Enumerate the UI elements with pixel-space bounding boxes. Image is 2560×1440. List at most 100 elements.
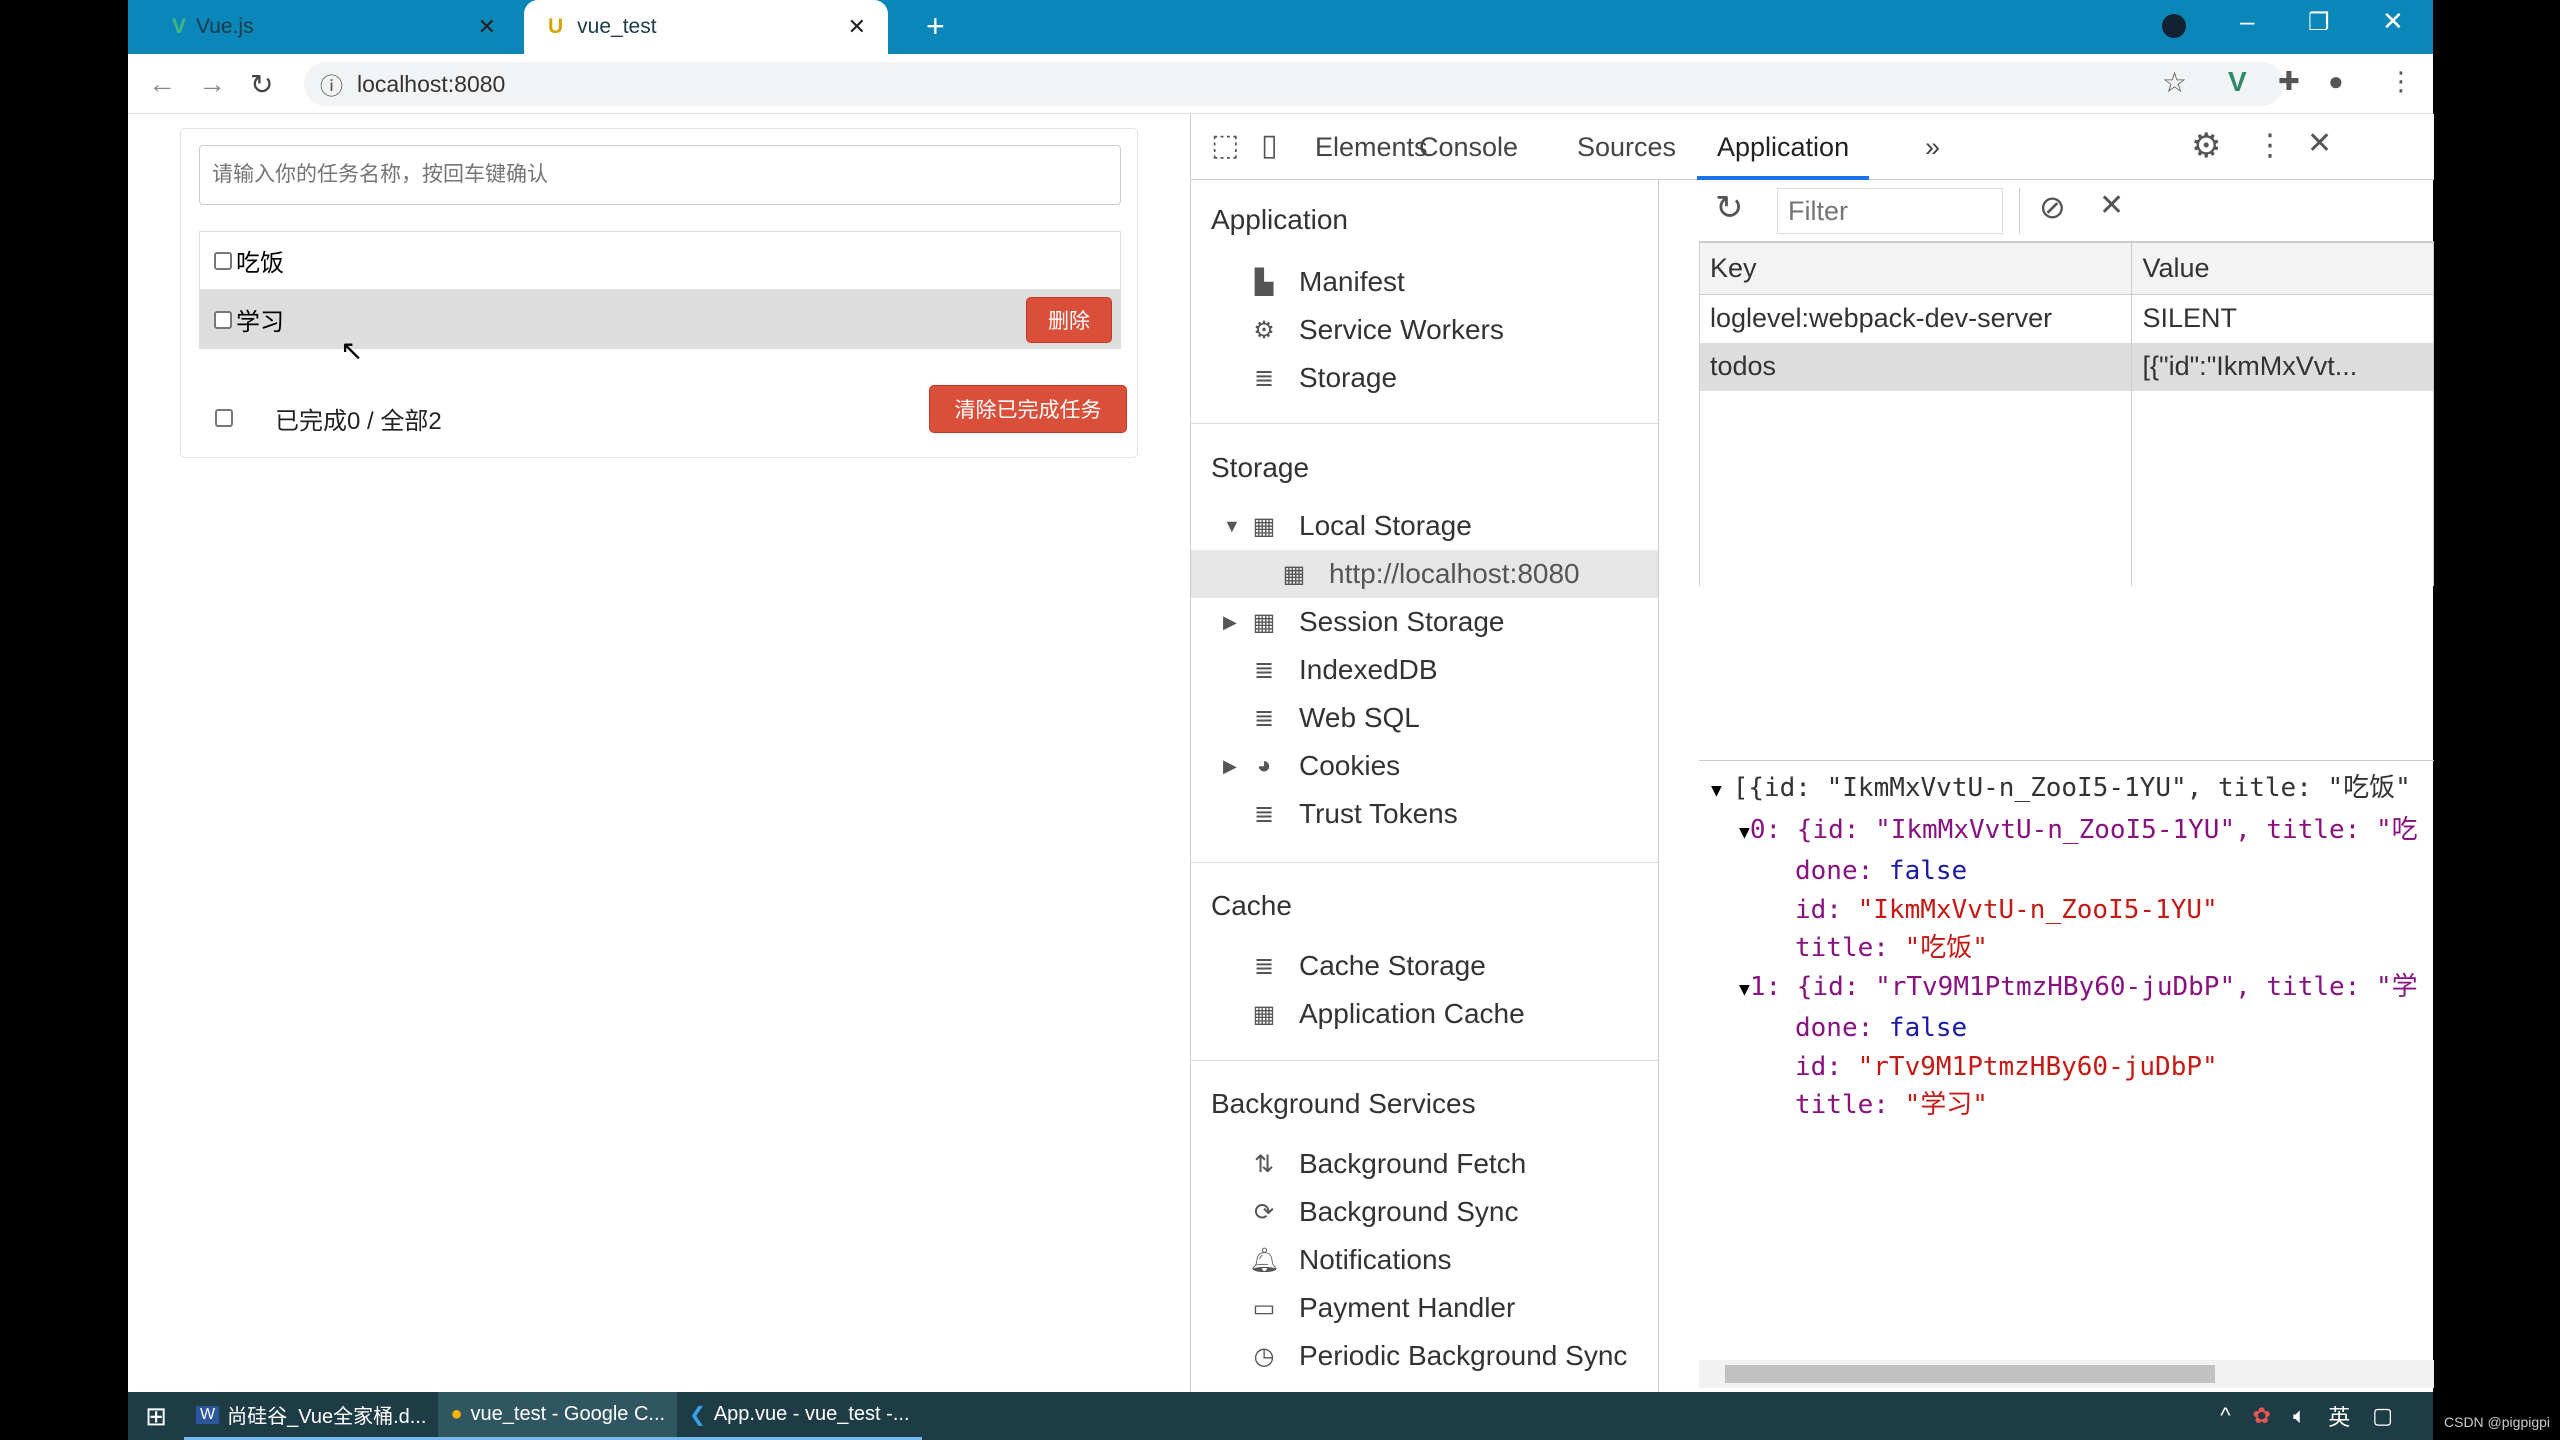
tab-bar: V Vue.js ✕ Uvue_test ✕ + – ❐ ✕ — [128, 0, 2433, 54]
sidebar-item-cookies[interactable]: ▶ ◕ Cookies — [1223, 742, 1400, 790]
devtools-menu-icon[interactable]: ⋮ — [2255, 128, 2285, 163]
horizontal-scrollbar[interactable] — [1699, 1360, 2434, 1388]
tab-label: vue_test — [577, 15, 657, 38]
sidebar-item-payment-handler[interactable]: ▭ Payment Handler — [1249, 1284, 1516, 1332]
clear-completed-button[interactable]: 清除已完成任务 — [929, 385, 1127, 433]
sidebar-item-local-origin[interactable]: ▦ http://localhost:8080 — [1279, 550, 1580, 598]
forward-button[interactable]: → — [198, 68, 226, 100]
refresh-icon[interactable]: ↻ — [1715, 188, 1744, 228]
preview-item[interactable]: ▼0: {id: "IkmMxVvtU-n_ZooI5-1YU", title:… — [1699, 811, 2434, 853]
storage-table: Key Value loglevel:webpack-dev-server SILE… — [1698, 242, 2434, 586]
settings-gear-icon[interactable]: ⚙ — [2191, 126, 2221, 166]
new-task-input[interactable] — [199, 145, 1121, 205]
delete-button[interactable]: 删除 — [1026, 297, 1112, 343]
back-button[interactable]: ← — [148, 68, 176, 100]
reload-button[interactable]: ↻ — [250, 68, 273, 101]
todo-item: 吃饭 — [199, 231, 1121, 290]
sidebar-item-cache-storage[interactable]: ≣ Cache Storage — [1249, 942, 1486, 990]
tab-application[interactable]: Application — [1697, 114, 1870, 180]
volume-icon[interactable]: 🔈︎ — [2293, 1403, 2306, 1429]
word-icon: W — [196, 1405, 220, 1424]
table-row-selected[interactable]: todos [{"id":"IkmMxVvt... — [1698, 342, 2434, 391]
minimize-button[interactable]: – — [2240, 6, 2254, 37]
grid-icon: ▦ — [1252, 608, 1276, 636]
sidebar-item-notifications[interactable]: 🔔︎ Notifications — [1249, 1236, 1452, 1284]
footer-status: 已完成0 / 全部2 — [275, 408, 442, 435]
mouse-cursor-icon: ↖ — [340, 335, 364, 366]
sidebar-item-session-storage[interactable]: ▶ ▦ Session Storage — [1223, 598, 1504, 646]
ime-indicator[interactable]: 英 — [2328, 1400, 2350, 1432]
extensions-icon[interactable]: ✚ — [2278, 66, 2300, 97]
tab-console[interactable]: Console — [1419, 114, 1518, 180]
clear-all-icon[interactable]: ⊘ — [2039, 188, 2066, 226]
taskbar-item-chrome[interactable]: ● vue_test - Google C... — [438, 1392, 678, 1440]
value-header[interactable]: Value — [2131, 242, 2434, 295]
select-all-checkbox[interactable] — [215, 409, 237, 427]
preview-item[interactable]: ▼1: {id: "rTv9M1PtmzHBy60-juDbP", title:… — [1699, 968, 2434, 1010]
close-devtools-icon[interactable]: ✕ — [2307, 126, 2332, 161]
taskbar-item-word[interactable]: W 尚硅谷_Vue全家桶.d... — [184, 1392, 439, 1440]
sidebar-item-manifest[interactable]: ▙ Manifest — [1249, 258, 1405, 306]
profile-dropdown-icon[interactable] — [2162, 14, 2186, 38]
tray-app-icon[interactable]: ✿ — [2253, 1403, 2271, 1429]
device-toolbar-icon[interactable]: ▯ — [1261, 128, 1278, 163]
new-tab-button[interactable]: + — [926, 8, 945, 45]
sidebar-item-trust-tokens[interactable]: ≣ Trust Tokens — [1249, 790, 1458, 838]
tab-vuejs[interactable]: V Vue.js ✕ — [148, 0, 518, 54]
menu-icon[interactable]: ⋮ — [2388, 66, 2414, 97]
table-row[interactable]: loglevel:webpack-dev-server SILENT — [1698, 294, 2434, 343]
vue-devtools-extension-icon[interactable]: V — [2228, 66, 2247, 98]
todo-checkbox[interactable] — [214, 310, 232, 329]
start-button[interactable]: ⊞ — [128, 1401, 184, 1432]
database-icon: ≣ — [1253, 704, 1275, 732]
more-tabs-icon[interactable]: » — [1925, 114, 1940, 180]
tab-label: Vue.js — [196, 15, 254, 38]
cookie-icon: ◕ — [1256, 752, 1272, 779]
sidebar-item-background-sync[interactable]: ⟳ Background Sync — [1249, 1188, 1519, 1236]
tab-vue-test[interactable]: Uvue_test ✕ — [524, 0, 888, 54]
tab-sources[interactable]: Sources — [1577, 114, 1676, 180]
todo-checkbox[interactable] — [214, 251, 232, 270]
grid-icon: ▦ — [1282, 560, 1306, 588]
profile-icon[interactable]: ● — [2328, 66, 2344, 97]
vue-logo-icon: V — [172, 15, 187, 38]
taskbar: ⊞ W 尚硅谷_Vue全家桶.d... ● vue_test - Google C.… — [128, 1392, 2433, 1440]
watermark: CSDN @pigpigpi — [2444, 1414, 2551, 1430]
preview-summary[interactable]: ▼ [{id: "IkmMxVvtU-n_ZooI5-1YU", title: … — [1699, 769, 2434, 811]
row-key: todos — [1698, 342, 2133, 391]
section-heading: Storage — [1211, 452, 1310, 483]
restore-button[interactable]: ❐ — [2308, 8, 2330, 37]
inspect-element-icon[interactable]: ⬚ — [1211, 128, 1239, 163]
close-tab-icon[interactable]: ✕ — [848, 14, 866, 40]
sync-icon: ⟳ — [1253, 1198, 1275, 1226]
sidebar-item-application-cache[interactable]: ▦ Application Cache — [1249, 990, 1525, 1038]
credit-card-icon: ▭ — [1252, 1294, 1276, 1322]
database-icon: ≣ — [1253, 952, 1275, 980]
filter-input[interactable] — [1777, 188, 2003, 234]
sidebar-item-storage[interactable]: ≣ Storage — [1249, 354, 1397, 402]
section-heading: Application — [1211, 204, 1348, 235]
bell-icon: 🔔︎ — [1249, 1246, 1280, 1274]
sidebar-item-web-sql[interactable]: ≣ Web SQL — [1249, 694, 1420, 742]
vue-test-favicon: U — [548, 15, 564, 38]
sidebar-item-local-storage[interactable]: ▼ ▦ Local Storage — [1223, 502, 1472, 550]
value-preview: ▼ [{id: "IkmMxVvtU-n_ZooI5-1YU", title: … — [1699, 760, 2434, 1300]
bookmark-star-icon[interactable]: ☆ — [2162, 66, 2187, 99]
tray-expand-icon[interactable]: ^ — [2220, 1403, 2230, 1429]
chrome-icon: ● — [450, 1403, 463, 1425]
key-header[interactable]: Key — [1698, 242, 2133, 295]
clock-icon: ◷ — [1253, 1342, 1275, 1370]
url-bar[interactable]: ⓘ localhost:8080 — [304, 62, 2284, 106]
taskbar-item-vscode[interactable]: ❮ App.vue - vue_test -... — [677, 1392, 922, 1440]
delete-selected-icon[interactable]: ✕ — [2099, 188, 2124, 223]
todo-title: 学习 — [236, 309, 284, 336]
notification-center-icon[interactable]: ▢ — [2372, 1403, 2393, 1429]
sidebar-item-background-fetch[interactable]: ⇅ Background Fetch — [1249, 1140, 1526, 1188]
devtools-panel: ⬚ ▯ Elements Console Sources Application… — [1190, 114, 2434, 1392]
sidebar-item-indexeddb[interactable]: ≣ IndexedDB — [1249, 646, 1438, 694]
close-window-button[interactable]: ✕ — [2382, 6, 2404, 37]
sidebar-item-service-workers[interactable]: ⚙ Service Workers — [1249, 306, 1504, 354]
close-tab-icon[interactable]: ✕ — [478, 14, 496, 40]
tab-elements[interactable]: Elements — [1315, 114, 1428, 180]
sidebar-item-periodic-background-sync[interactable]: ◷ Periodic Background Sync — [1249, 1332, 1628, 1380]
